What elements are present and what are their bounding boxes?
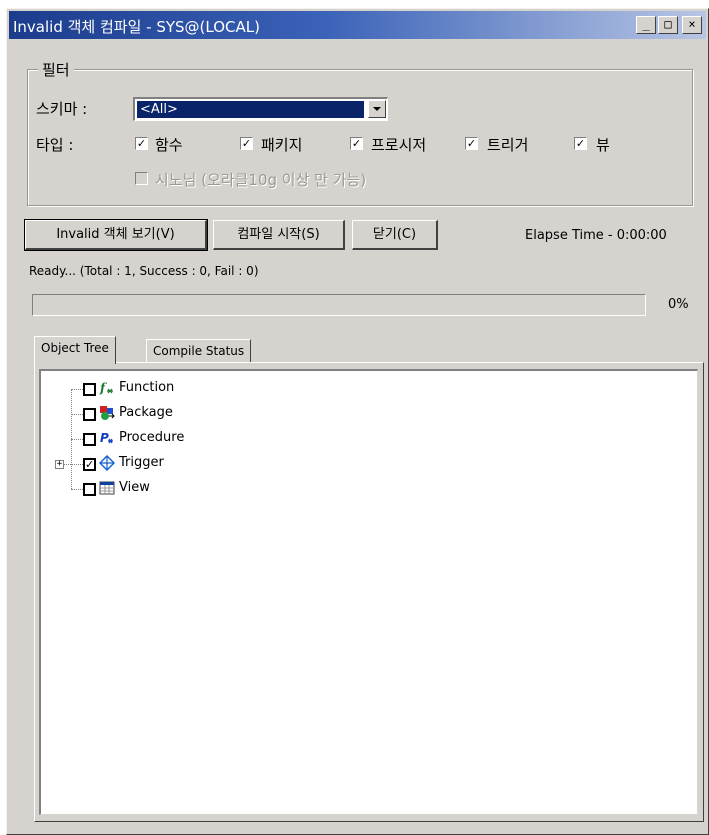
tree-node-label: Procedure (119, 430, 185, 445)
elapse-time: Elapse Time - 0:00:00 (525, 228, 667, 243)
tree-connector (71, 389, 83, 390)
schema-select[interactable]: <All> (133, 97, 388, 121)
filter-legend: 필터 (38, 59, 74, 80)
title-bar[interactable]: Invalid 객체 컴파일 - SYS@(LOCAL) _ □ × (9, 11, 706, 39)
view-icon (99, 481, 115, 495)
svg-text:P: P (100, 431, 109, 445)
function-icon: f (99, 381, 113, 395)
procedure-icon: P (100, 431, 113, 445)
tree-node-checkbox[interactable] (83, 433, 96, 446)
schema-label: 스키마 : (36, 100, 88, 118)
compile-start-button[interactable]: 컴파일 시작(S) (213, 220, 345, 250)
tree-node-label: Trigger (119, 455, 164, 470)
chevron-down-icon[interactable] (368, 100, 386, 118)
tree-connector (71, 489, 83, 490)
maximize-button[interactable]: □ (658, 16, 678, 34)
tree-node-checkbox[interactable] (83, 408, 96, 421)
status-text: Ready... (Total : 1, Success : 0, Fail :… (29, 264, 259, 278)
close-window-button[interactable]: × (682, 16, 702, 34)
tree-node-checkbox[interactable] (83, 458, 96, 471)
tree-connector (71, 439, 83, 440)
tree-connector (71, 464, 83, 465)
type-trigger-checkbox[interactable] (465, 137, 478, 150)
object-tree-panel: f Function Package P Procedure + ✓ Trigg… (34, 362, 704, 822)
type-package-checkbox[interactable] (240, 137, 253, 150)
progress-label: 0% (668, 297, 689, 312)
type-function-label: 함수 (155, 136, 183, 154)
dialog-window: Invalid 객체 컴파일 - SYS@(LOCAL) _ □ × 필터 스키… (6, 8, 709, 835)
type-package-label: 패키지 (261, 136, 303, 154)
type-label: 타입 : (36, 136, 74, 154)
type-view-checkbox[interactable] (574, 137, 587, 150)
tree-connector (64, 464, 71, 465)
tree-node-label: Function (119, 380, 175, 395)
type-procedure-label: 프로시저 (371, 136, 427, 154)
type-function-checkbox[interactable] (135, 137, 148, 150)
type-procedure-checkbox[interactable] (350, 137, 363, 150)
object-tree[interactable]: f Function Package P Procedure + ✓ Trigg… (39, 369, 698, 815)
expand-toggle[interactable]: + (55, 460, 64, 469)
tree-node-label: Package (119, 405, 173, 420)
type-trigger-label: 트리거 (487, 136, 529, 154)
trigger-icon (99, 455, 115, 471)
minimize-button[interactable]: _ (636, 16, 656, 34)
window-title: Invalid 객체 컴파일 - SYS@(LOCAL) (13, 18, 260, 36)
tab-object-tree[interactable]: Object Tree (34, 336, 116, 364)
svg-text:f: f (99, 381, 107, 395)
tree-node-checkbox[interactable] (83, 383, 96, 396)
schema-select-value: <All> (137, 101, 364, 118)
tab-compile-status[interactable]: Compile Status (146, 339, 252, 363)
tree-node-checkbox[interactable] (83, 483, 96, 496)
synonym-checkbox[interactable] (135, 172, 148, 185)
tree-node-label: View (119, 480, 150, 495)
synonym-label: 시노님 (오라클10g 이상 만 가능) (155, 171, 367, 189)
filter-group: 필터 스키마 : <All> 타입 : 함수 패키지 프로시저 트리거 뷰 시노… (27, 59, 693, 206)
type-view-label: 뷰 (596, 136, 610, 154)
view-invalid-button[interactable]: Invalid 객체 보기(V) (24, 219, 208, 251)
progress-bar (32, 294, 646, 316)
tree-connector (71, 414, 83, 415)
package-icon (100, 406, 115, 420)
close-button[interactable]: 닫기(C) (352, 220, 438, 250)
